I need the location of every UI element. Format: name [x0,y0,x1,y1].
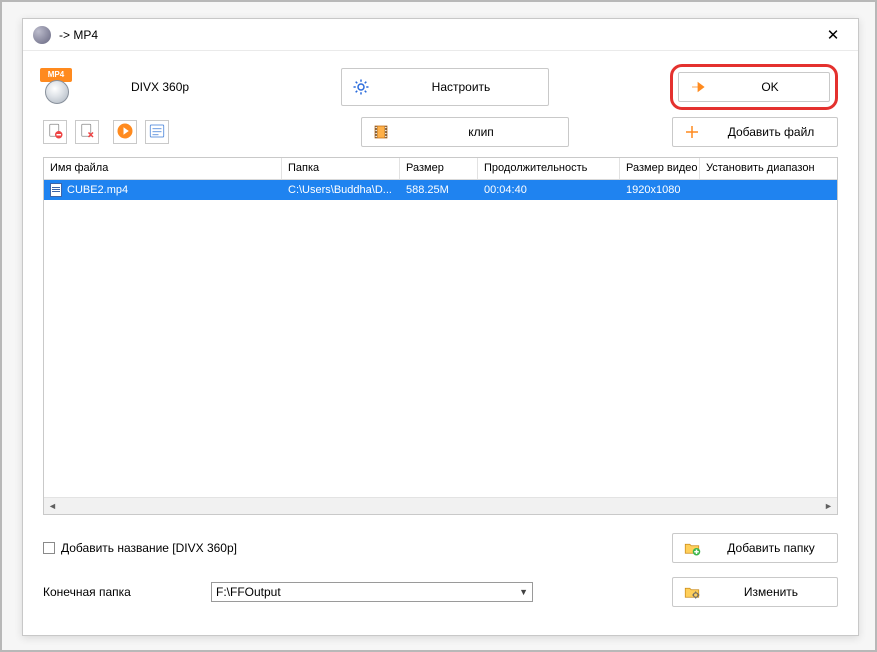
details-button[interactable] [145,120,169,144]
table-body-empty[interactable] [44,200,837,497]
remove-file-button[interactable] [43,120,67,144]
play-button[interactable] [113,120,137,144]
format-icon: MP4 [43,70,71,104]
add-title-label: Добавить название [DIVX 360p] [61,541,237,555]
col-folder[interactable]: Папка [282,158,400,179]
scroll-left-icon[interactable]: ◄ [44,498,61,515]
app-icon [33,26,51,44]
horizontal-scrollbar[interactable]: ◄ ► [44,497,837,514]
plus-icon [681,121,703,143]
setup-button-label: Настроить [382,80,540,94]
gear-icon [350,76,372,98]
change-button[interactable]: Изменить [672,577,838,607]
chevron-down-icon: ▼ [519,587,528,597]
table-row[interactable]: CUBE2.mp4 C:\Users\Buddha\D... 588.25M 0… [44,180,837,200]
cell-size: 588.25M [400,184,478,196]
folder-plus-icon [681,537,703,559]
output-path-combo[interactable]: F:\FFOutput ▼ [211,582,533,602]
cell-filename: CUBE2.mp4 [67,184,128,196]
file-table: Имя файла Папка Размер Продолжительность… [43,157,838,515]
col-filename[interactable]: Имя файла [44,158,282,179]
add-folder-button-label: Добавить папку [713,541,829,555]
ok-button[interactable]: OK [678,72,830,102]
add-folder-button[interactable]: Добавить папку [672,533,838,563]
window-title: -> MP4 [59,28,98,42]
col-videosize[interactable]: Размер видео [620,158,700,179]
preset-label: DIVX 360p [131,80,341,94]
scroll-right-icon[interactable]: ► [820,498,837,515]
add-file-button-label: Добавить файл [713,125,829,139]
filmstrip-icon [370,121,392,143]
ok-button-label: OK [719,80,821,94]
col-duration[interactable]: Продолжительность [478,158,620,179]
ok-button-highlight: OK [670,64,838,110]
table-header: Имя файла Папка Размер Продолжительность… [44,158,837,180]
col-size[interactable]: Размер [400,158,478,179]
document-minus-icon [46,122,64,143]
add-title-checkbox[interactable]: Добавить название [DIVX 360p] [43,541,237,555]
cell-duration: 00:04:40 [478,184,620,196]
folder-gear-icon [681,581,703,603]
play-icon [116,122,134,143]
change-button-label: Изменить [713,585,829,599]
add-file-button[interactable]: Добавить файл [672,117,838,147]
document-x-icon [78,122,96,143]
checkbox-icon [43,542,55,554]
output-folder-label: Конечная папка [43,585,211,599]
file-icon [50,183,62,197]
clip-button-label: клип [402,125,560,139]
list-icon [148,122,166,143]
titlebar: -> MP4 ✕ [23,19,858,51]
col-range[interactable]: Установить диапазон [700,158,837,179]
cell-folder: C:\Users\Buddha\D... [282,184,400,196]
cell-videosize: 1920x1080 [620,184,700,196]
close-button[interactable]: ✕ [818,26,848,44]
clip-button[interactable]: клип [361,117,569,147]
main-window: -> MP4 ✕ MP4 DIVX 360p Настроить [22,18,859,636]
delete-file-button[interactable] [75,120,99,144]
output-path-value: F:\FFOutput [216,585,281,599]
setup-button[interactable]: Настроить [341,68,549,106]
arrow-right-icon [687,76,709,98]
